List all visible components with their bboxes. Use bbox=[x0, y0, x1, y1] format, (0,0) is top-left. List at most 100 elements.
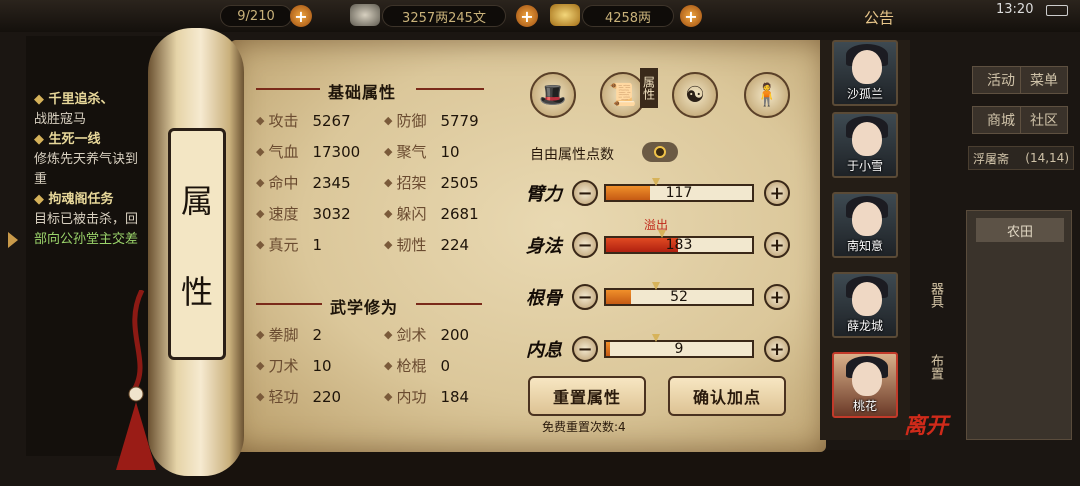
add-gold-button[interactable]: + bbox=[680, 5, 702, 27]
stat-martial: ◆ 剑术 200 bbox=[384, 324, 469, 345]
portrait-face bbox=[852, 122, 882, 156]
diamond-bullet-icon: ◆ bbox=[256, 238, 265, 251]
stat-basic: ◆ 韧性 224 bbox=[384, 234, 469, 255]
diamond-bullet-icon: ◆ bbox=[256, 176, 265, 189]
top-bar bbox=[0, 0, 1080, 32]
stat-basic: ◆ 命中 2345 bbox=[256, 172, 351, 193]
plus-button[interactable]: + bbox=[764, 232, 790, 258]
stat-basic: ◆ 气血 17300 bbox=[256, 141, 360, 162]
resource-counter: 9/210 bbox=[220, 5, 292, 27]
add-silver-button[interactable]: + bbox=[516, 5, 538, 27]
stat-basic: ◆ 真元 1 bbox=[256, 234, 322, 255]
stat-label: 聚气 bbox=[396, 143, 427, 161]
minus-button[interactable]: − bbox=[572, 284, 598, 310]
stat-value: 220 bbox=[312, 387, 342, 406]
minimap[interactable] bbox=[966, 210, 1072, 440]
stat-label: 拳脚 bbox=[268, 326, 299, 344]
character-card[interactable]: 桃花 bbox=[832, 352, 898, 418]
stat-label: 躲闪 bbox=[396, 205, 427, 223]
stat-basic: ◆ 聚气 10 bbox=[384, 141, 460, 162]
stat-martial: ◆ 拳脚 2 bbox=[256, 324, 322, 345]
overflow-label: 溢出 bbox=[644, 218, 669, 232]
diamond-bullet-icon: ◆ bbox=[256, 390, 265, 403]
divider bbox=[256, 303, 322, 305]
stat-basic: ◆ 攻击 5267 bbox=[256, 110, 351, 131]
stat-martial: ◆ 枪棍 0 bbox=[384, 355, 450, 376]
title-char-1: 属 bbox=[180, 181, 213, 220]
stat-label: 真元 bbox=[268, 236, 299, 254]
reset-attributes-button[interactable]: 重置属性 bbox=[528, 376, 646, 416]
attr-value: 9 bbox=[674, 341, 684, 357]
minus-button[interactable]: − bbox=[572, 180, 598, 206]
gold-icon bbox=[550, 4, 580, 26]
stat-label: 招架 bbox=[396, 174, 427, 192]
diamond-bullet-icon: ◆ bbox=[256, 328, 265, 341]
stat-label: 防御 bbox=[396, 112, 427, 130]
stat-label: 刀术 bbox=[268, 357, 299, 375]
stat-value: 2505 bbox=[440, 173, 479, 192]
expand-arrow-icon[interactable] bbox=[8, 232, 18, 248]
diamond-bullet-icon: ◆ bbox=[384, 176, 393, 189]
stat-basic: ◆ 防御 5779 bbox=[384, 110, 479, 131]
plus-button[interactable]: + bbox=[764, 180, 790, 206]
attr-value: 183 bbox=[665, 237, 693, 253]
add-resource-button[interactable]: + bbox=[290, 5, 312, 27]
stat-label: 轻功 bbox=[268, 388, 299, 406]
diamond-bullet-icon: ◆ bbox=[256, 145, 265, 158]
farmland-button[interactable]: 农田 bbox=[976, 218, 1064, 242]
character-name: 桃花 bbox=[852, 399, 877, 413]
arrange-tab[interactable]: 布置 bbox=[926, 354, 945, 380]
bottom-toolbar bbox=[190, 450, 910, 486]
plus-button[interactable]: + bbox=[764, 284, 790, 310]
community-button[interactable]: 社区 bbox=[1020, 106, 1068, 134]
minus-button[interactable]: − bbox=[572, 232, 598, 258]
location-name: 浮屠斋 bbox=[973, 151, 1010, 166]
divider bbox=[416, 303, 482, 305]
character-card[interactable]: 薛龙城 bbox=[832, 272, 898, 338]
portrait-face bbox=[852, 202, 882, 236]
plus-button[interactable]: + bbox=[764, 336, 790, 362]
character-card[interactable]: 沙孤兰 bbox=[832, 40, 898, 106]
point-coin-icon bbox=[654, 146, 666, 158]
tab-equipment-hat-icon[interactable]: 🎩 bbox=[530, 72, 576, 118]
stat-value: 5267 bbox=[312, 111, 351, 130]
stat-label: 韧性 bbox=[396, 236, 427, 254]
attr-name: 内息 bbox=[526, 340, 562, 361]
attr-name: 臂力 bbox=[526, 184, 562, 205]
stat-value: 10 bbox=[440, 142, 460, 161]
diamond-bullet-icon: ◆ bbox=[384, 390, 393, 403]
diamond-bullet-icon: ◆ bbox=[256, 359, 265, 372]
tools-tab[interactable]: 器具 bbox=[926, 282, 945, 308]
character-card[interactable]: 于小雪 bbox=[832, 112, 898, 178]
character-name: 南知意 bbox=[846, 239, 883, 253]
divider bbox=[416, 88, 484, 90]
portrait-face bbox=[852, 282, 882, 316]
leave-button[interactable]: 离开 bbox=[904, 408, 948, 440]
stat-martial: ◆ 刀术 10 bbox=[256, 355, 332, 376]
menu-button[interactable]: 菜单 bbox=[1020, 66, 1068, 94]
character-name: 沙孤兰 bbox=[846, 87, 883, 101]
diamond-bullet-icon: ◆ bbox=[384, 328, 393, 341]
minus-button[interactable]: − bbox=[572, 336, 598, 362]
battery-icon bbox=[1046, 5, 1068, 16]
diamond-bullet-icon: ◆ bbox=[256, 114, 265, 127]
stat-value: 3032 bbox=[312, 204, 351, 223]
tab-meridian-icon[interactable]: 🧍 bbox=[744, 72, 790, 118]
tab-bagua-icon[interactable]: ☯ bbox=[672, 72, 718, 118]
stat-label: 内功 bbox=[396, 388, 427, 406]
stat-martial: ◆ 轻功 220 bbox=[256, 386, 341, 407]
gold-counter: 4258两 bbox=[582, 5, 674, 27]
confirm-points-button[interactable]: 确认加点 bbox=[668, 376, 786, 416]
notice-button[interactable]: 公告 bbox=[864, 7, 894, 28]
basic-attributes-title: 基础属性 bbox=[328, 83, 397, 102]
diamond-bullet-icon: ◆ bbox=[384, 114, 393, 127]
stat-martial: ◆ 内功 184 bbox=[384, 386, 469, 407]
silver-counter: 3257两245文 bbox=[382, 5, 506, 27]
diamond-bullet-icon: ◆ bbox=[384, 207, 393, 220]
tab-attributes-label[interactable]: 属性 bbox=[640, 68, 658, 108]
diamond-bullet-icon: ◆ bbox=[384, 238, 393, 251]
character-card[interactable]: 南知意 bbox=[832, 192, 898, 258]
stat-basic: ◆ 躲闪 2681 bbox=[384, 203, 479, 224]
character-name: 于小雪 bbox=[846, 159, 883, 173]
stat-label: 剑术 bbox=[396, 326, 427, 344]
